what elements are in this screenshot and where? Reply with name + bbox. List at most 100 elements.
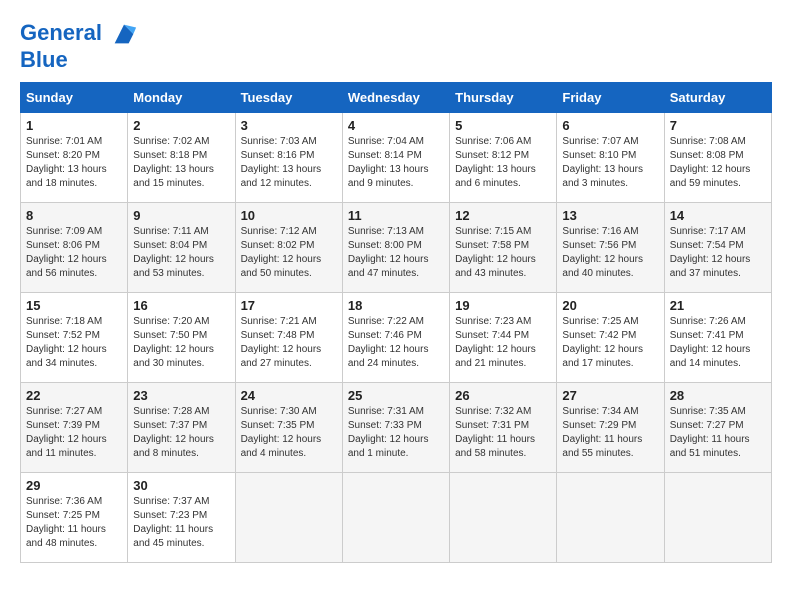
- calendar-cell: 29 Sunrise: 7:36 AMSunset: 7:25 PMDaylig…: [21, 473, 128, 563]
- day-number: 13: [562, 208, 658, 223]
- calendar-cell: 23 Sunrise: 7:28 AMSunset: 7:37 PMDaylig…: [128, 383, 235, 473]
- day-number: 11: [348, 208, 444, 223]
- day-info: Sunrise: 7:03 AMSunset: 8:16 PMDaylight:…: [241, 135, 337, 191]
- calendar-cell: 28 Sunrise: 7:35 AMSunset: 7:27 PMDaylig…: [664, 383, 771, 473]
- calendar-cell: [342, 473, 449, 563]
- calendar-cell: 10 Sunrise: 7:12 AMSunset: 8:02 PMDaylig…: [235, 203, 342, 293]
- day-number: 18: [348, 298, 444, 313]
- day-info: Sunrise: 7:30 AMSunset: 7:35 PMDaylight:…: [241, 405, 337, 461]
- calendar-week-row: 8 Sunrise: 7:09 AMSunset: 8:06 PMDayligh…: [21, 203, 772, 293]
- day-number: 4: [348, 118, 444, 133]
- day-info: Sunrise: 7:21 AMSunset: 7:48 PMDaylight:…: [241, 315, 337, 371]
- calendar-cell: [557, 473, 664, 563]
- calendar-cell: 21 Sunrise: 7:26 AMSunset: 7:41 PMDaylig…: [664, 293, 771, 383]
- day-number: 6: [562, 118, 658, 133]
- col-header-wednesday: Wednesday: [342, 83, 449, 113]
- calendar-cell: 17 Sunrise: 7:21 AMSunset: 7:48 PMDaylig…: [235, 293, 342, 383]
- day-info: Sunrise: 7:35 AMSunset: 7:27 PMDaylight:…: [670, 405, 766, 461]
- day-number: 15: [26, 298, 122, 313]
- day-number: 23: [133, 388, 229, 403]
- calendar-cell: 3 Sunrise: 7:03 AMSunset: 8:16 PMDayligh…: [235, 113, 342, 203]
- day-info: Sunrise: 7:12 AMSunset: 8:02 PMDaylight:…: [241, 225, 337, 281]
- col-header-monday: Monday: [128, 83, 235, 113]
- day-info: Sunrise: 7:02 AMSunset: 8:18 PMDaylight:…: [133, 135, 229, 191]
- logo-blue-text: Blue: [20, 48, 138, 72]
- calendar-week-row: 29 Sunrise: 7:36 AMSunset: 7:25 PMDaylig…: [21, 473, 772, 563]
- day-info: Sunrise: 7:13 AMSunset: 8:00 PMDaylight:…: [348, 225, 444, 281]
- day-number: 14: [670, 208, 766, 223]
- col-header-tuesday: Tuesday: [235, 83, 342, 113]
- calendar-cell: 7 Sunrise: 7:08 AMSunset: 8:08 PMDayligh…: [664, 113, 771, 203]
- page-header: General Blue: [20, 20, 772, 72]
- day-info: Sunrise: 7:37 AMSunset: 7:23 PMDaylight:…: [133, 495, 229, 551]
- calendar-table: SundayMondayTuesdayWednesdayThursdayFrid…: [20, 82, 772, 563]
- calendar-cell: 2 Sunrise: 7:02 AMSunset: 8:18 PMDayligh…: [128, 113, 235, 203]
- day-info: Sunrise: 7:36 AMSunset: 7:25 PMDaylight:…: [26, 495, 122, 551]
- calendar-cell: 16 Sunrise: 7:20 AMSunset: 7:50 PMDaylig…: [128, 293, 235, 383]
- calendar-cell: 14 Sunrise: 7:17 AMSunset: 7:54 PMDaylig…: [664, 203, 771, 293]
- day-number: 19: [455, 298, 551, 313]
- calendar-week-row: 15 Sunrise: 7:18 AMSunset: 7:52 PMDaylig…: [21, 293, 772, 383]
- calendar-cell: 26 Sunrise: 7:32 AMSunset: 7:31 PMDaylig…: [450, 383, 557, 473]
- day-info: Sunrise: 7:11 AMSunset: 8:04 PMDaylight:…: [133, 225, 229, 281]
- day-info: Sunrise: 7:04 AMSunset: 8:14 PMDaylight:…: [348, 135, 444, 191]
- calendar-cell: 24 Sunrise: 7:30 AMSunset: 7:35 PMDaylig…: [235, 383, 342, 473]
- day-number: 20: [562, 298, 658, 313]
- day-info: Sunrise: 7:23 AMSunset: 7:44 PMDaylight:…: [455, 315, 551, 371]
- day-number: 27: [562, 388, 658, 403]
- day-number: 12: [455, 208, 551, 223]
- day-number: 2: [133, 118, 229, 133]
- day-info: Sunrise: 7:26 AMSunset: 7:41 PMDaylight:…: [670, 315, 766, 371]
- day-info: Sunrise: 7:09 AMSunset: 8:06 PMDaylight:…: [26, 225, 122, 281]
- day-number: 28: [670, 388, 766, 403]
- day-number: 16: [133, 298, 229, 313]
- day-info: Sunrise: 7:08 AMSunset: 8:08 PMDaylight:…: [670, 135, 766, 191]
- col-header-thursday: Thursday: [450, 83, 557, 113]
- calendar-cell: 22 Sunrise: 7:27 AMSunset: 7:39 PMDaylig…: [21, 383, 128, 473]
- day-info: Sunrise: 7:17 AMSunset: 7:54 PMDaylight:…: [670, 225, 766, 281]
- day-info: Sunrise: 7:34 AMSunset: 7:29 PMDaylight:…: [562, 405, 658, 461]
- day-info: Sunrise: 7:25 AMSunset: 7:42 PMDaylight:…: [562, 315, 658, 371]
- day-info: Sunrise: 7:32 AMSunset: 7:31 PMDaylight:…: [455, 405, 551, 461]
- day-info: Sunrise: 7:31 AMSunset: 7:33 PMDaylight:…: [348, 405, 444, 461]
- calendar-cell: 4 Sunrise: 7:04 AMSunset: 8:14 PMDayligh…: [342, 113, 449, 203]
- calendar-cell: 6 Sunrise: 7:07 AMSunset: 8:10 PMDayligh…: [557, 113, 664, 203]
- day-number: 22: [26, 388, 122, 403]
- calendar-cell: [235, 473, 342, 563]
- day-number: 5: [455, 118, 551, 133]
- calendar-cell: 1 Sunrise: 7:01 AMSunset: 8:20 PMDayligh…: [21, 113, 128, 203]
- day-info: Sunrise: 7:27 AMSunset: 7:39 PMDaylight:…: [26, 405, 122, 461]
- calendar-cell: 18 Sunrise: 7:22 AMSunset: 7:46 PMDaylig…: [342, 293, 449, 383]
- calendar-cell: 15 Sunrise: 7:18 AMSunset: 7:52 PMDaylig…: [21, 293, 128, 383]
- calendar-cell: 11 Sunrise: 7:13 AMSunset: 8:00 PMDaylig…: [342, 203, 449, 293]
- day-info: Sunrise: 7:20 AMSunset: 7:50 PMDaylight:…: [133, 315, 229, 371]
- day-info: Sunrise: 7:07 AMSunset: 8:10 PMDaylight:…: [562, 135, 658, 191]
- calendar-cell: 8 Sunrise: 7:09 AMSunset: 8:06 PMDayligh…: [21, 203, 128, 293]
- day-number: 8: [26, 208, 122, 223]
- calendar-cell: 27 Sunrise: 7:34 AMSunset: 7:29 PMDaylig…: [557, 383, 664, 473]
- calendar-week-row: 22 Sunrise: 7:27 AMSunset: 7:39 PMDaylig…: [21, 383, 772, 473]
- day-number: 9: [133, 208, 229, 223]
- calendar-cell: 9 Sunrise: 7:11 AMSunset: 8:04 PMDayligh…: [128, 203, 235, 293]
- day-info: Sunrise: 7:01 AMSunset: 8:20 PMDaylight:…: [26, 135, 122, 191]
- day-number: 17: [241, 298, 337, 313]
- day-info: Sunrise: 7:06 AMSunset: 8:12 PMDaylight:…: [455, 135, 551, 191]
- day-number: 29: [26, 478, 122, 493]
- day-number: 26: [455, 388, 551, 403]
- day-info: Sunrise: 7:18 AMSunset: 7:52 PMDaylight:…: [26, 315, 122, 371]
- calendar-cell: [450, 473, 557, 563]
- day-info: Sunrise: 7:16 AMSunset: 7:56 PMDaylight:…: [562, 225, 658, 281]
- col-header-friday: Friday: [557, 83, 664, 113]
- calendar-cell: 25 Sunrise: 7:31 AMSunset: 7:33 PMDaylig…: [342, 383, 449, 473]
- day-info: Sunrise: 7:28 AMSunset: 7:37 PMDaylight:…: [133, 405, 229, 461]
- logo-text: General: [20, 20, 138, 48]
- day-number: 1: [26, 118, 122, 133]
- day-number: 7: [670, 118, 766, 133]
- calendar-cell: 19 Sunrise: 7:23 AMSunset: 7:44 PMDaylig…: [450, 293, 557, 383]
- logo-icon: [110, 20, 138, 48]
- col-header-saturday: Saturday: [664, 83, 771, 113]
- calendar-cell: 13 Sunrise: 7:16 AMSunset: 7:56 PMDaylig…: [557, 203, 664, 293]
- day-info: Sunrise: 7:15 AMSunset: 7:58 PMDaylight:…: [455, 225, 551, 281]
- calendar-cell: 5 Sunrise: 7:06 AMSunset: 8:12 PMDayligh…: [450, 113, 557, 203]
- day-number: 10: [241, 208, 337, 223]
